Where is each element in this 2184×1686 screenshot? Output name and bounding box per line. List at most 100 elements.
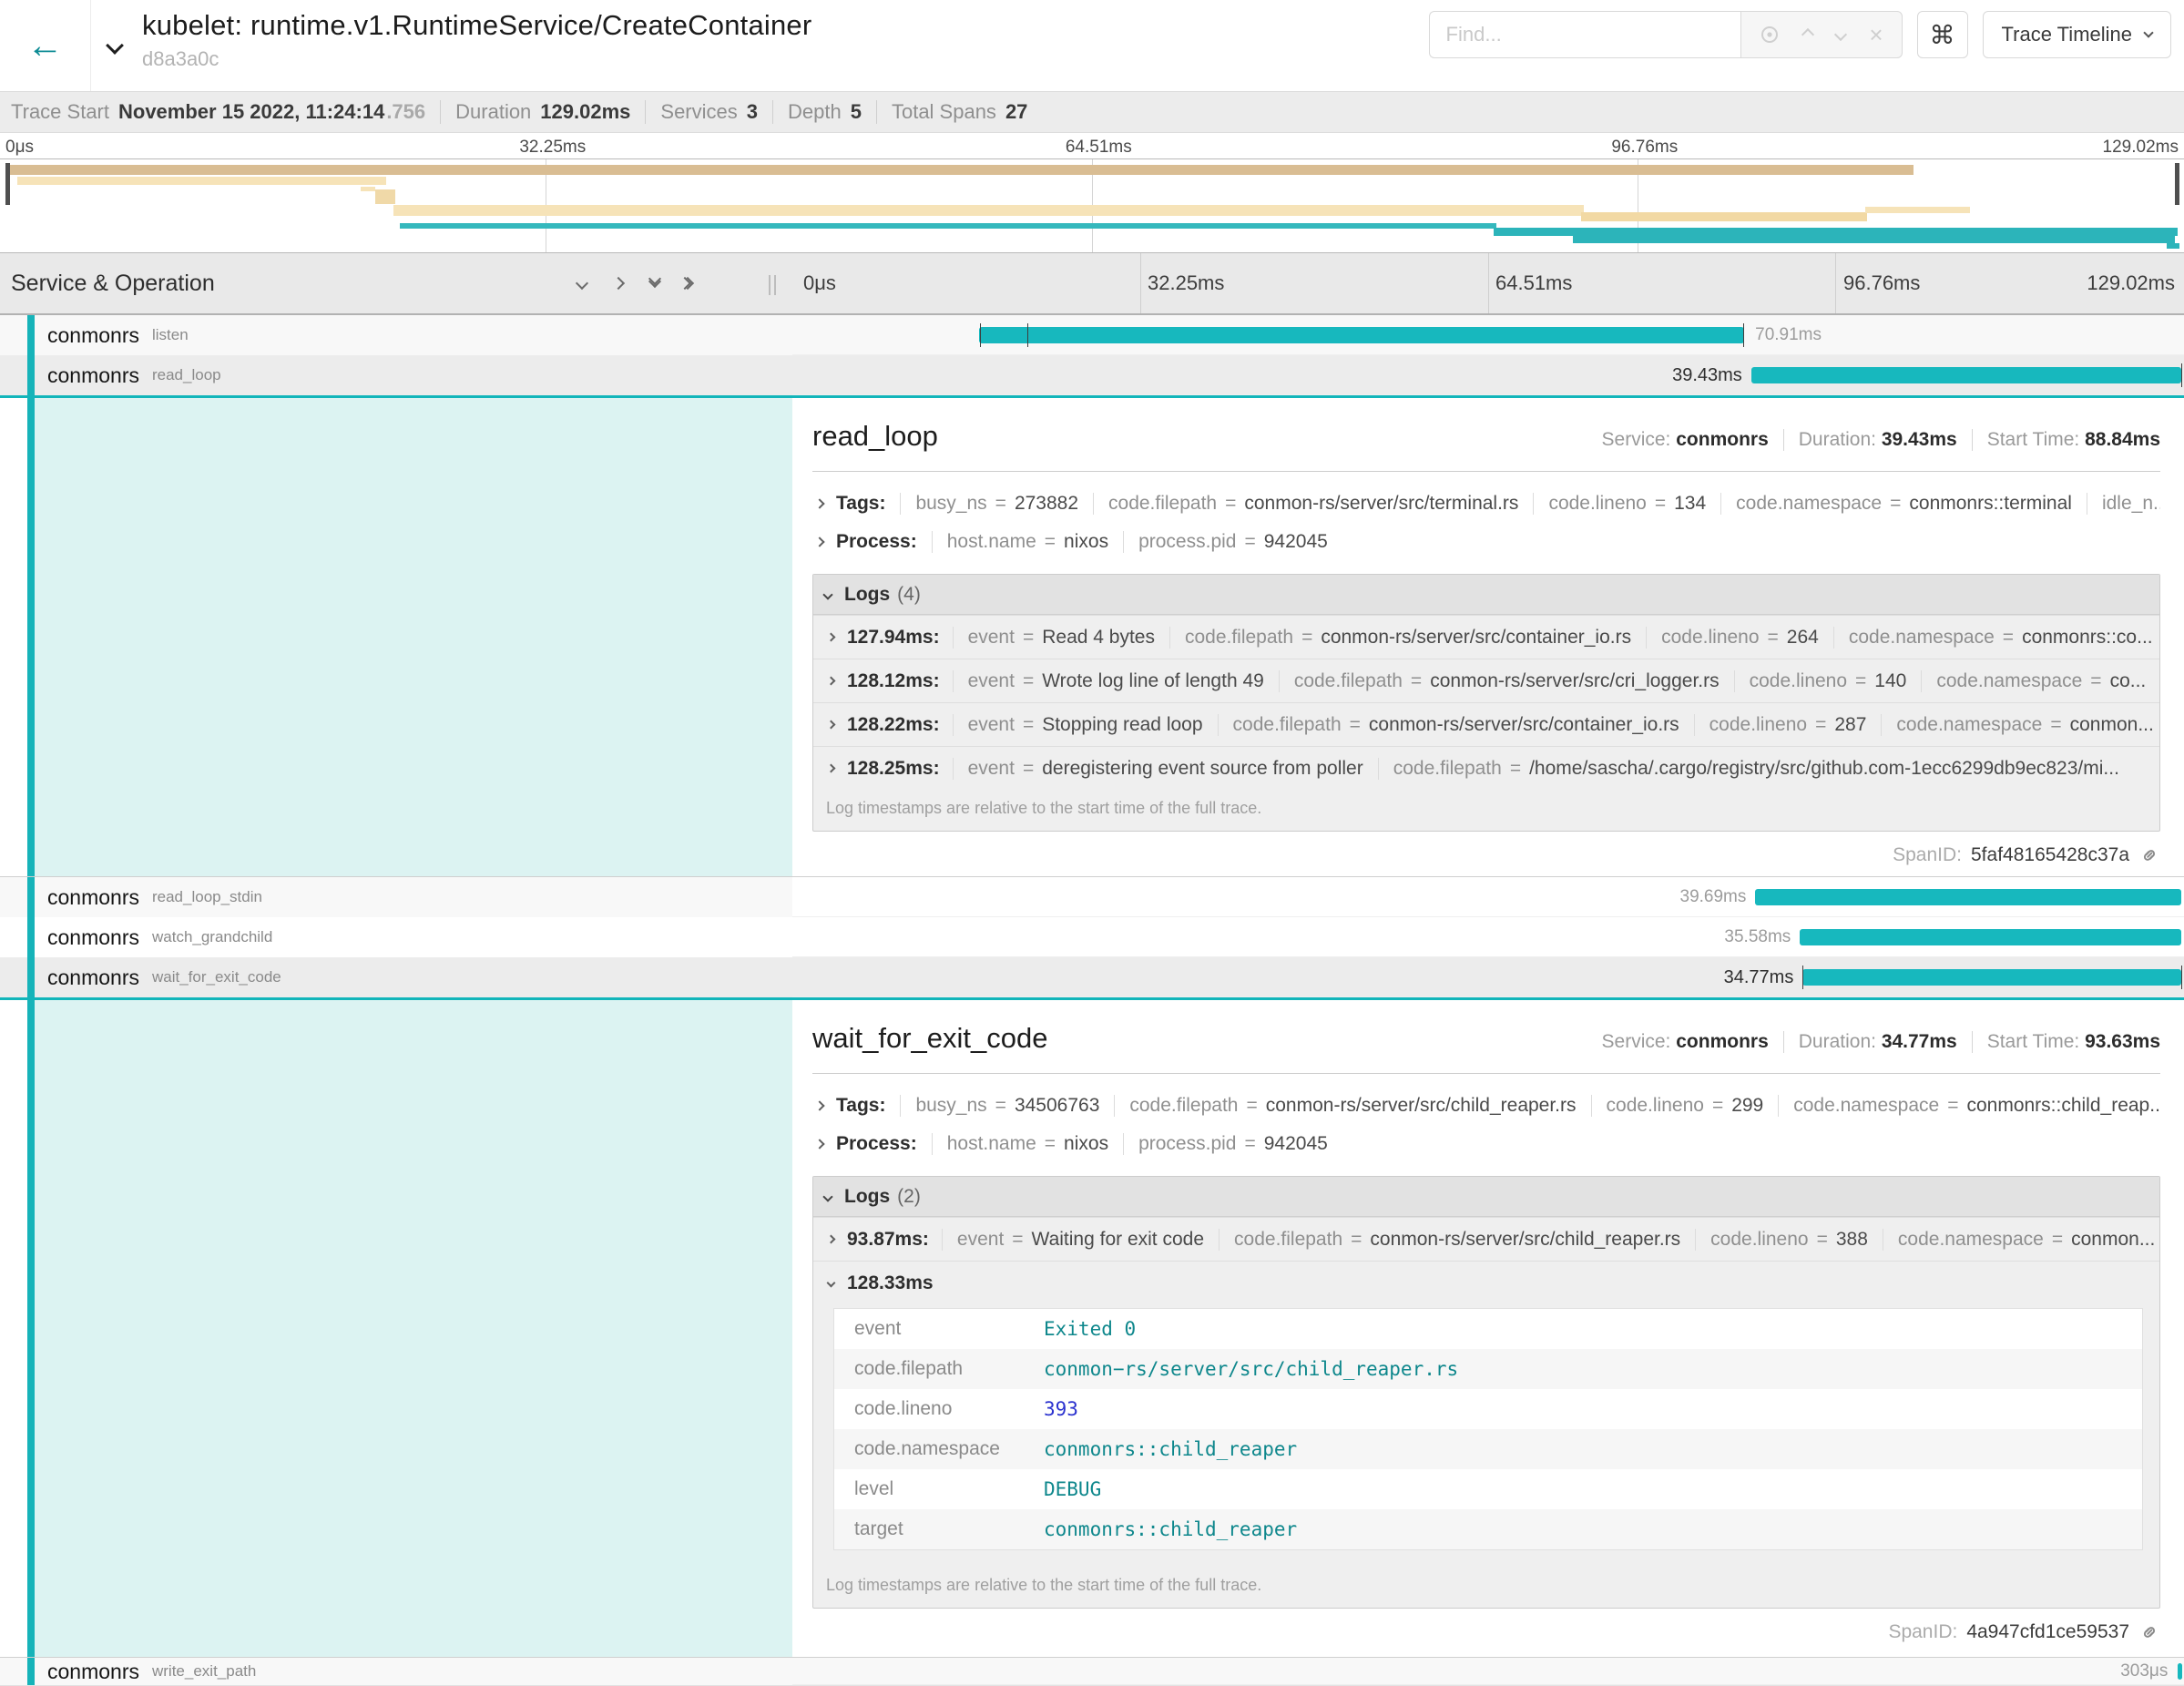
chevron-down-icon <box>822 589 832 599</box>
span-service: conmonrs <box>47 885 139 910</box>
chevron-down-icon <box>2143 27 2153 37</box>
span-row-watch-grandchild[interactable]: conmonrs watch_grandchild 35.58ms <box>0 917 2184 957</box>
span-duration-label: 35.58ms <box>1724 927 1791 947</box>
chevron-right-icon <box>814 536 824 547</box>
process-row[interactable]: Process: host.name=nixos process.pid=942… <box>812 1125 2160 1163</box>
span-operation: write_exit_path <box>152 1662 256 1681</box>
find-clear-icon[interactable]: × <box>1869 23 1883 46</box>
span-color-accent <box>27 355 35 395</box>
table-row: target conmonrs::child_reaper <box>834 1509 2142 1549</box>
find-prev-icon[interactable] <box>1801 28 1814 41</box>
view-selector-label: Trace Timeline <box>2002 23 2132 46</box>
expand-all-icon[interactable] <box>687 279 692 288</box>
log-entry-expanded[interactable]: 128.33ms <box>813 1261 2159 1304</box>
tags-row[interactable]: Tags: busy_ns=34506763 code.filepath=con… <box>812 1087 2160 1125</box>
logs-header[interactable]: Logs (2) <box>813 1177 2159 1217</box>
table-row: event Exited 0 <box>834 1309 2142 1349</box>
span-row-write-exit-path[interactable]: conmonrs write_exit_path 303μs <box>0 1658 2184 1685</box>
span-duration-label: 70.91ms <box>1755 325 1822 345</box>
chevron-right-icon <box>827 633 836 642</box>
span-color-accent <box>27 1658 35 1685</box>
span-bar[interactable] <box>1755 889 2181 905</box>
span-row-listen[interactable]: conmonrs listen 70.91ms <box>0 315 2184 355</box>
minimap-left-drag-handle[interactable] <box>5 163 10 205</box>
logs-section: Logs (2) 93.87ms: event=Waiting for exit… <box>812 1176 2160 1609</box>
minimap-tick-labels: 0μs 32.25ms 64.51ms 96.76ms 129.02ms <box>0 133 2184 158</box>
process-row[interactable]: Process: host.name=nixos process.pid=942… <box>812 523 2160 561</box>
span-color-accent <box>27 1000 35 1657</box>
span-row-read-loop-stdin[interactable]: conmonrs read_loop_stdin 39.69ms <box>0 877 2184 917</box>
span-duration-label: 34.77ms <box>1724 967 1794 988</box>
logs-header[interactable]: Logs (4) <box>813 575 2159 615</box>
detail-left-gutter <box>0 1000 792 1657</box>
logs-footnote: Log timestamps are relative to the start… <box>813 790 2159 831</box>
minimap-right-drag-handle[interactable] <box>2175 163 2179 205</box>
span-color-accent <box>27 315 35 355</box>
log-entry[interactable]: 128.25ms: event=deregistering event sour… <box>813 746 2159 790</box>
find-buttons: × <box>1740 11 1902 58</box>
chevron-right-icon <box>827 677 836 686</box>
service-operation-header: Service & Operation <box>11 271 215 297</box>
detail-left-gutter <box>0 398 792 876</box>
collapse-one-icon[interactable] <box>576 277 588 290</box>
log-entry[interactable]: 93.87ms: event=Waiting for exit code cod… <box>813 1217 2159 1261</box>
span-service: conmonrs <box>47 1660 139 1684</box>
trace-header-collapse-toggle[interactable] <box>91 0 138 91</box>
minimap-span-strip <box>1573 236 2176 243</box>
span-color-accent <box>27 957 35 997</box>
find-input[interactable] <box>1429 11 1741 58</box>
trace-services: Services3 <box>646 100 772 124</box>
view-selector-button[interactable]: Trace Timeline <box>1983 11 2171 58</box>
back-arrow-icon: ← <box>27 26 64 66</box>
minimap-span-strip <box>400 223 1496 229</box>
column-resize-grip[interactable] <box>769 275 776 295</box>
trace-start: Trace Start November 15 2022, 11:24:14 .… <box>11 100 440 124</box>
detail-span-title: read_loop <box>812 420 938 453</box>
tags-row[interactable]: Tags: busy_ns=273882 code.filepath=conmo… <box>812 485 2160 523</box>
chevron-down-icon <box>822 1191 832 1201</box>
detail-span-title: wait_for_exit_code <box>812 1022 1048 1055</box>
jaeger-trace-view: ← kubelet: runtime.v1.RuntimeService/Cre… <box>0 0 2184 1686</box>
top-bar: ← kubelet: runtime.v1.RuntimeService/Cre… <box>0 0 2184 91</box>
expand-one-icon[interactable] <box>612 277 625 290</box>
span-bar[interactable] <box>1751 367 2181 383</box>
table-row: level DEBUG <box>834 1469 2142 1509</box>
locate-icon[interactable] <box>1760 25 1780 45</box>
span-bar[interactable] <box>1800 929 2181 945</box>
trace-minimap[interactable] <box>0 158 2184 253</box>
timeline-ruler: 0μs 32.25ms 64.51ms 96.76ms 129.02ms <box>792 253 2184 313</box>
back-button[interactable]: ← <box>0 0 91 91</box>
span-row-wait-for-exit-code[interactable]: conmonrs wait_for_exit_code 34.77ms <box>0 957 2184 1000</box>
trace-total-spans: Total Spans27 <box>877 100 1042 124</box>
trace-summary-bar: Trace Start November 15 2022, 11:24:14 .… <box>0 91 2184 133</box>
trace-id: d8a3a0c <box>142 47 811 71</box>
span-operation: read_loop <box>152 366 221 384</box>
span-bar[interactable] <box>2178 1663 2182 1680</box>
find-next-icon[interactable] <box>1834 28 1847 41</box>
log-entry[interactable]: 128.12ms: event=Wrote log line of length… <box>813 659 2159 702</box>
chevron-down-icon <box>827 1279 836 1288</box>
collapse-all-icon[interactable] <box>650 281 659 286</box>
span-id-line: SpanID: 5faf48165428c37a <box>812 832 2160 876</box>
chevron-right-icon <box>827 720 836 730</box>
minimap-span-strip <box>393 205 1584 216</box>
detail-span-meta: Service: conmonrs Duration: 39.43ms Star… <box>1602 429 2160 451</box>
table-row: code.filepath conmon−rs/server/src/child… <box>834 1349 2142 1389</box>
span-row-read-loop[interactable]: conmonrs read_loop 39.43ms <box>0 355 2184 398</box>
span-id-line: SpanID: 4a947cfd1ce59537 <box>812 1609 2160 1656</box>
span-bar[interactable] <box>979 327 1744 343</box>
span-duration-label: 39.43ms <box>1672 365 1742 386</box>
link-icon[interactable] <box>2138 844 2160 866</box>
chevron-down-icon <box>106 36 124 55</box>
chevron-right-icon <box>814 1100 824 1110</box>
keyboard-shortcuts-button[interactable]: ⌘ <box>1917 11 1968 58</box>
chevron-right-icon <box>827 1235 836 1244</box>
log-entry[interactable]: 127.94ms: event=Read 4 bytes code.filepa… <box>813 615 2159 659</box>
span-operation: listen <box>152 326 189 344</box>
span-detail-wait-for-exit-code: wait_for_exit_code Service: conmonrs Dur… <box>0 1000 2184 1658</box>
span-color-accent <box>27 917 35 957</box>
log-entry[interactable]: 128.22ms: event=Stopping read loop code.… <box>813 702 2159 746</box>
span-bar[interactable] <box>1802 969 2181 986</box>
link-icon[interactable] <box>2138 1621 2160 1643</box>
minimap-span-strip <box>1865 207 1970 213</box>
